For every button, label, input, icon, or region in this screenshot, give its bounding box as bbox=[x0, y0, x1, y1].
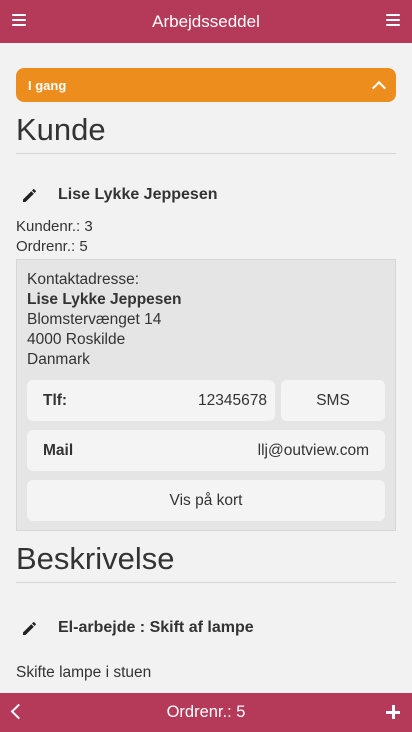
customer-edit-row[interactable]: Lise Lykke Jeppesen bbox=[16, 175, 396, 215]
contact-country: Danmark bbox=[27, 351, 90, 368]
plus-icon[interactable] bbox=[386, 705, 400, 719]
status-label: I gang bbox=[28, 77, 67, 93]
phone-value: 12345678 bbox=[198, 391, 267, 409]
footer-title: Ordrenr.: 5 bbox=[166, 703, 246, 721]
contact-street: Blomstervænget 14 bbox=[27, 311, 162, 328]
main-content: I gang Kunde Lise Lykke Jeppesen Kundenr… bbox=[0, 43, 412, 693]
phone-label: Tlf: bbox=[43, 391, 68, 409]
chevron-up-icon bbox=[371, 80, 387, 96]
page-title: Arbejdsseddel bbox=[152, 11, 260, 31]
description-edit-row[interactable]: El-arbejde : Skift af lampe bbox=[16, 608, 396, 648]
phone-row: Tlf: 12345678 SMS bbox=[27, 380, 385, 421]
customer-number: Kundenr.: 3 bbox=[16, 218, 93, 235]
status-collapsible[interactable]: I gang bbox=[16, 68, 396, 102]
contact-name: Lise Lykke Jeppesen bbox=[27, 291, 182, 308]
mail-label: Mail bbox=[43, 441, 74, 459]
sms-button[interactable]: SMS bbox=[281, 380, 385, 421]
contact-city: 4000 Roskilde bbox=[27, 331, 126, 348]
contact-card: Kontaktadresse: Lise Lykke Jeppesen Blom… bbox=[16, 259, 396, 531]
top-app-bar: Arbejdsseddel bbox=[0, 0, 412, 43]
contact-label: Kontaktadresse: bbox=[27, 271, 140, 288]
pencil-icon[interactable] bbox=[16, 187, 52, 203]
customer-name: Lise Lykke Jeppesen bbox=[58, 186, 218, 203]
mail-button[interactable]: Mail llj@outview.com bbox=[27, 430, 385, 471]
task-description: Skifte lampe i stuen bbox=[16, 664, 152, 681]
menu-icon[interactable] bbox=[12, 14, 26, 26]
chevron-left-icon[interactable] bbox=[10, 703, 27, 720]
bottom-app-bar: Ordrenr.: 5 bbox=[0, 693, 412, 732]
mail-value: llj@outview.com bbox=[257, 441, 369, 459]
section-heading-customer: Kunde bbox=[16, 111, 396, 154]
order-number: Ordrenr.: 5 bbox=[16, 238, 88, 255]
show-on-map-button[interactable]: Vis på kort bbox=[27, 480, 385, 521]
pencil-icon[interactable] bbox=[16, 620, 52, 636]
task-title: El-arbejde : Skift af lampe bbox=[58, 619, 254, 636]
call-button[interactable]: Tlf: 12345678 bbox=[27, 380, 275, 421]
menu-icon[interactable] bbox=[386, 14, 400, 26]
section-heading-description: Beskrivelse bbox=[16, 540, 396, 583]
